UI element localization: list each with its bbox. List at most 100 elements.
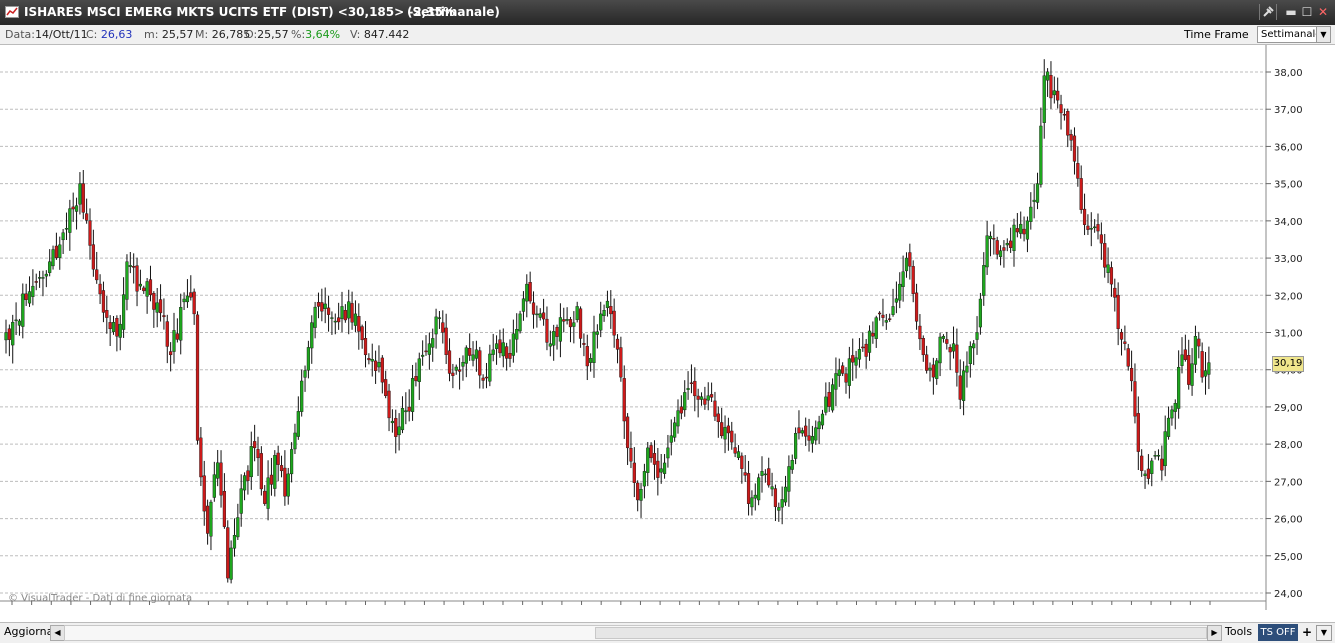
app-window: ISHARES MSCI EMERG MKTS UCITS ETF (DIST)… [0, 0, 1335, 643]
candle-body [242, 475, 247, 491]
maximize-button[interactable]: ☐ [1299, 4, 1315, 20]
candle-body [666, 447, 670, 459]
candle-body [656, 460, 660, 478]
candle-body [1183, 349, 1187, 360]
candle-body [888, 318, 892, 320]
candle-body [1079, 178, 1083, 210]
minimize-button[interactable]: ▬ [1283, 4, 1299, 20]
candle-body [1197, 338, 1201, 347]
candle-body [1150, 460, 1154, 474]
candle-body [505, 346, 509, 359]
candle-body [1045, 71, 1050, 81]
candle-body [219, 462, 223, 496]
candle-body [982, 265, 986, 296]
candle-body [1052, 90, 1056, 96]
candle-body [1166, 417, 1171, 437]
candle-body [434, 316, 438, 335]
candle-body [851, 355, 855, 363]
candle-body [488, 353, 492, 382]
candle-body [508, 353, 512, 359]
candle-body [720, 422, 724, 437]
candle-body [575, 306, 579, 320]
time-frame-select[interactable]: Settimanale ▼ [1257, 26, 1331, 43]
candle-body [38, 277, 42, 279]
candle-body [911, 266, 915, 294]
candle-body [992, 238, 996, 240]
candle-body [209, 501, 213, 537]
candle-body [770, 486, 774, 490]
candle-body [441, 322, 445, 333]
candle-body [605, 300, 610, 309]
candle-body [54, 245, 58, 258]
candle-body [323, 303, 327, 309]
candle-body [562, 319, 566, 322]
candle-body [172, 330, 176, 352]
candle-body [347, 301, 351, 319]
chart-canvas[interactable]: 38,00 37,00 36,00 35,00 34,00 33,00 32,00 31,00… [0, 45, 1335, 610]
candle-body [1012, 224, 1016, 251]
candle-body [938, 336, 942, 364]
close-button[interactable]: ✕ [1315, 4, 1331, 20]
candle-body [279, 465, 284, 472]
chevron-down-icon[interactable]: ▼ [1316, 27, 1330, 42]
candle-body [175, 333, 179, 340]
candle-body [827, 392, 831, 407]
candle-body [1015, 228, 1019, 233]
candle-body [595, 331, 599, 335]
grid-lines [0, 71, 1266, 594]
candle-body [558, 317, 562, 342]
candle-body [662, 462, 667, 474]
last-price-badge: 30,19 [1272, 356, 1304, 372]
candle-body [286, 473, 290, 497]
candle-body [91, 244, 95, 270]
candle-body [1146, 468, 1150, 479]
candle-body [585, 346, 589, 367]
candle-body [918, 325, 922, 340]
price-tick-label: 32,00 [1274, 291, 1303, 302]
candle-body [797, 427, 801, 434]
candle-body [313, 306, 317, 328]
candle-body [1200, 351, 1204, 378]
zoom-in-button[interactable]: + [1300, 624, 1314, 641]
candle-body [696, 395, 700, 400]
candle-body [998, 250, 1003, 257]
candle-body [78, 183, 82, 205]
candle-body [111, 322, 116, 332]
scroll-left-icon[interactable]: ◀ [50, 625, 65, 641]
candle-body [669, 435, 673, 443]
ts-off-button[interactable]: TS OFF [1258, 624, 1298, 641]
candle-body [330, 317, 334, 319]
candle-body [105, 310, 109, 318]
scrollbar-thumb[interactable] [595, 627, 1207, 639]
candle-body [1113, 287, 1117, 298]
candle-body [162, 315, 166, 318]
tools-button[interactable]: Tools [1225, 625, 1252, 638]
horizontal-scrollbar[interactable] [64, 625, 1208, 641]
candle-body [1005, 242, 1009, 246]
candle-body [629, 447, 633, 462]
price-chart[interactable]: 38,00 37,00 36,00 35,00 34,00 33,00 32,00 31,00… [0, 45, 1335, 610]
candle-body [266, 477, 270, 509]
candle-body [407, 406, 411, 412]
candle-body [592, 331, 596, 363]
candle-body [867, 330, 872, 353]
scroll-right-icon[interactable]: ▶ [1207, 625, 1222, 641]
candle-body [951, 343, 956, 352]
chevron-down-icon[interactable]: ▼ [1316, 625, 1332, 641]
settings-tool-icon[interactable] [1259, 4, 1277, 20]
candle-body [1163, 431, 1167, 467]
candle-body [246, 470, 250, 481]
price-tick-label: 37,00 [1274, 105, 1303, 116]
candle-body [300, 380, 304, 412]
candle-body [41, 277, 45, 279]
price-tick-labels: 38,00 37,00 36,00 35,00 34,00 33,00 32,00 31,00… [1266, 68, 1303, 600]
candle-body [387, 390, 391, 419]
candle-body [531, 302, 536, 315]
candle-body [394, 418, 398, 437]
candle-body [142, 287, 146, 292]
refresh-button[interactable]: Aggiorna [4, 625, 53, 638]
candle-body [340, 306, 344, 319]
candle-body [622, 378, 626, 422]
candle-body [192, 291, 196, 315]
candle-body [995, 240, 999, 255]
